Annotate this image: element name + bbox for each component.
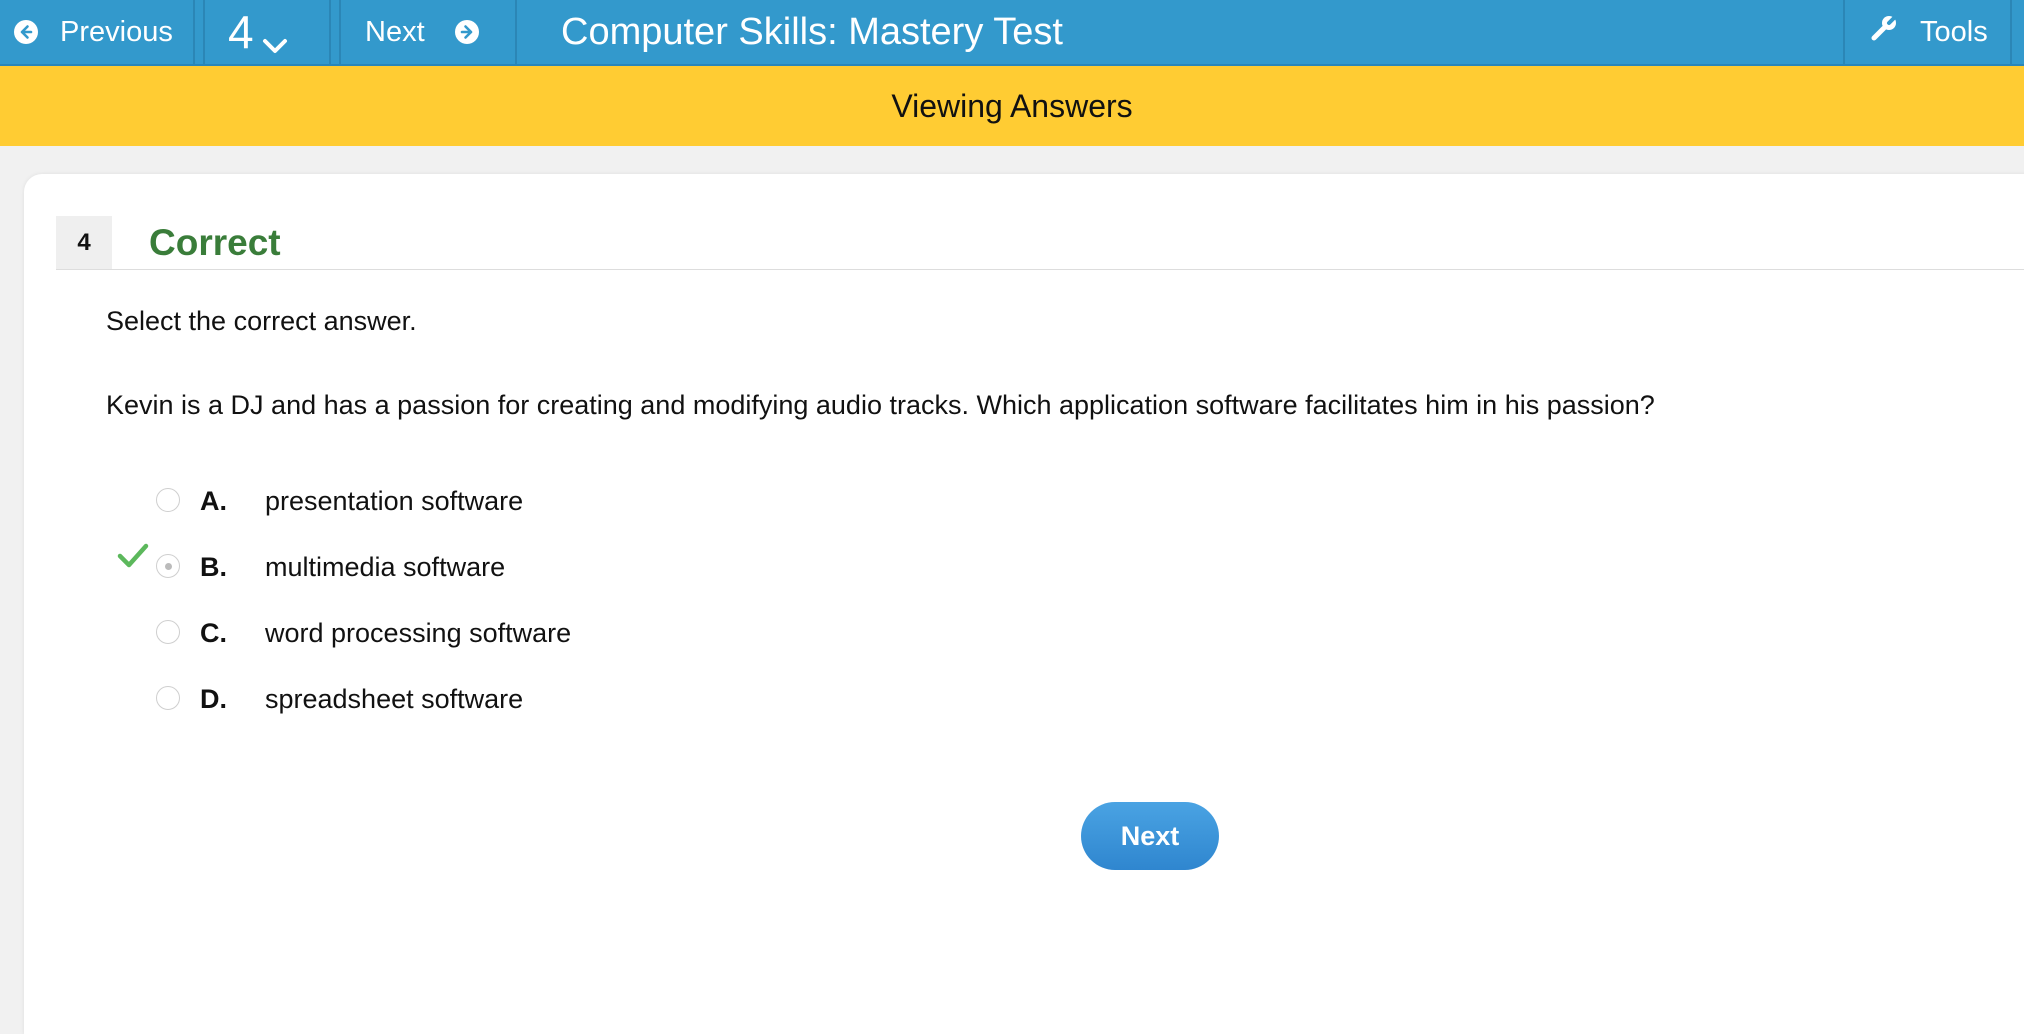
divider (1843, 0, 1845, 64)
chevron-down-icon (262, 12, 288, 66)
test-title: Computer Skills: Mastery Test (561, 10, 1063, 53)
tools-label: Tools (1920, 15, 1988, 48)
option-letter: C. (200, 618, 227, 648)
viewing-answers-banner: Viewing Answers (0, 66, 2024, 146)
option-letter: D. (200, 684, 227, 714)
radio-button-selected[interactable] (156, 554, 180, 578)
question-number-box: 4 (56, 216, 112, 269)
question-header: 4 Correct (56, 216, 2024, 270)
answer-option-b[interactable]: B. multimedia software (110, 542, 810, 592)
question-card (24, 174, 2024, 1034)
banner-text: Viewing Answers (891, 87, 1133, 124)
question-instruction: Select the correct answer. (106, 306, 417, 336)
answer-status: Correct (149, 221, 281, 263)
previous-label: Previous (60, 15, 173, 48)
divider (2010, 0, 2012, 64)
arrow-right-circle-icon (454, 20, 479, 44)
option-letter: A. (200, 486, 227, 516)
tools-button[interactable]: Tools (1870, 0, 1988, 64)
question-text: Kevin is a DJ and has a passion for crea… (106, 390, 1655, 420)
option-text: spreadsheet software (265, 684, 524, 714)
divider (193, 0, 195, 64)
answer-option-d[interactable]: D. spreadsheet software (110, 674, 810, 724)
option-text: presentation software (265, 486, 524, 516)
radio-button[interactable] (156, 686, 180, 710)
divider (203, 0, 205, 64)
radio-button[interactable] (156, 488, 180, 512)
previous-button[interactable]: Previous (14, 0, 173, 64)
option-letter: B. (200, 552, 227, 582)
question-number: 4 (228, 6, 254, 58)
top-navigation-bar: Previous 4 Next Computer Skills: Mastery… (0, 0, 2024, 66)
divider (339, 0, 341, 64)
divider (329, 0, 331, 64)
divider (515, 0, 517, 64)
option-text: multimedia software (265, 552, 506, 582)
wrench-icon (1870, 14, 1898, 50)
question-selector[interactable]: 4 (228, 0, 288, 64)
option-text: word processing software (265, 618, 572, 648)
arrow-left-circle-icon (14, 20, 38, 44)
answer-option-a[interactable]: A. presentation software (110, 476, 810, 526)
checkmark-icon (116, 542, 150, 577)
next-button[interactable]: Next (1081, 802, 1219, 870)
next-label: Next (365, 15, 425, 48)
answer-option-c[interactable]: C. word processing software (110, 608, 810, 658)
next-nav-button[interactable]: Next (365, 0, 479, 64)
radio-button[interactable] (156, 620, 180, 644)
